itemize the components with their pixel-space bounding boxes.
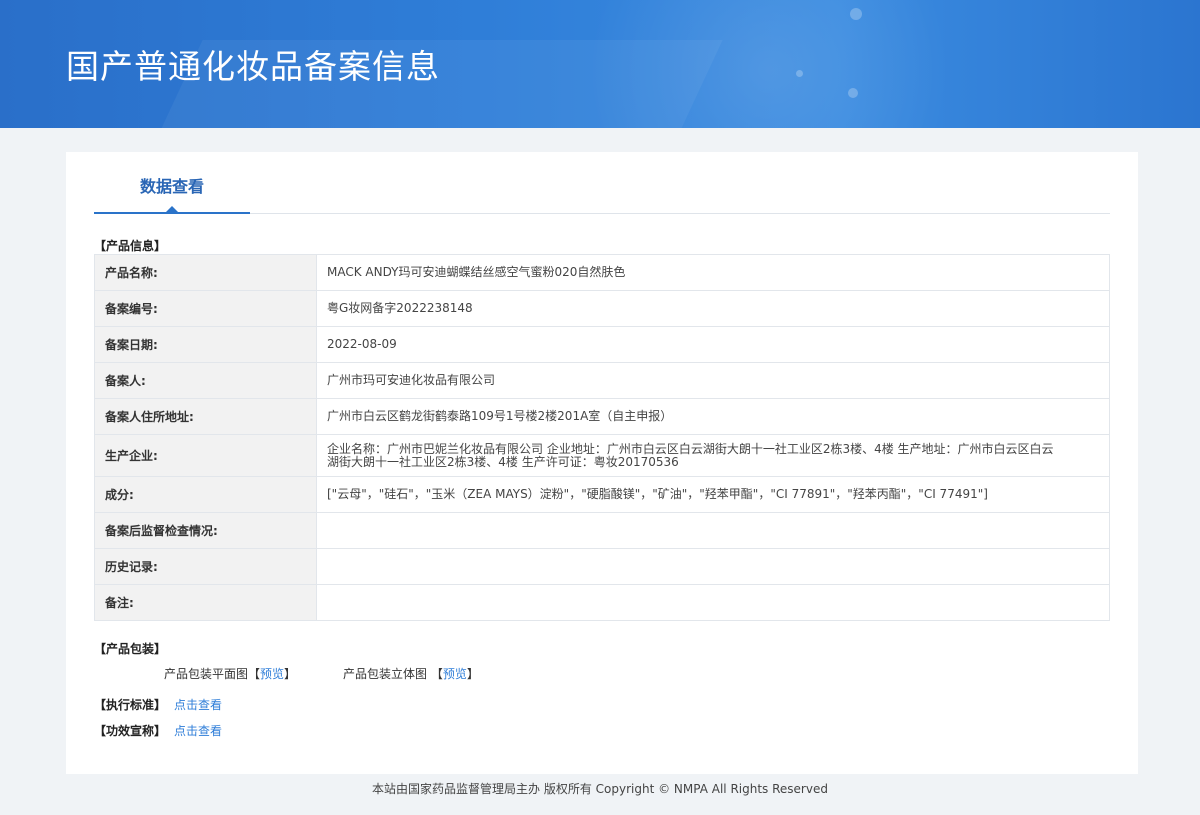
packaging-solid: 产品包装立体图 【预览】 (343, 665, 479, 682)
product-info-title: 【产品信息】 (94, 239, 167, 253)
efficacy-view-link[interactable]: 点击查看 (174, 724, 222, 738)
info-row-value (316, 548, 1110, 585)
info-row: 成分: ["云母"，"硅石"，"玉米（ZEA MAYS）淀粉"，"硬脂酸镁"，"矿… (94, 476, 1110, 513)
bracket-close: 】 (284, 667, 297, 681)
info-row: 备案后监督检查情况: (94, 512, 1110, 549)
bracket-open: 【 (430, 667, 443, 681)
info-row: 备案人: 广州市玛可安迪化妆品有限公司 (94, 362, 1110, 399)
info-row-value: 粤G妆网备字2022238148 (316, 290, 1110, 327)
info-row-value: ["云母"，"硅石"，"玉米（ZEA MAYS）淀粉"，"硬脂酸镁"，"矿油"，… (316, 476, 1110, 513)
tab-active-caret-icon (166, 206, 178, 212)
info-row-label: 备案日期: (94, 326, 317, 363)
standard-row: 【执行标准】 点击查看 (94, 696, 222, 713)
tab-label: 数据查看 (139, 177, 204, 196)
info-row: 备注: (94, 584, 1110, 621)
packaging-flat-label: 产品包装平面图 (164, 667, 249, 681)
standard-view-link[interactable]: 点击查看 (174, 698, 222, 712)
info-row-value: 企业名称：广州市巴妮兰化妆品有限公司 企业地址：广州市白云区白云湖街大朗十一社工… (316, 434, 1110, 477)
info-row-value (316, 584, 1110, 621)
info-row-label: 历史记录: (94, 548, 317, 585)
info-row-value: 2022-08-09 (316, 326, 1110, 363)
info-row-label: 备案编号: (94, 290, 317, 327)
info-row-label: 生产企业: (94, 434, 317, 477)
preview-solid-link[interactable]: 预览 (443, 667, 467, 681)
banner-dot (850, 8, 862, 20)
preview-flat-link[interactable]: 预览 (260, 667, 284, 681)
info-row-value: MACK ANDY玛可安迪蝴蝶结丝感空气蜜粉020自然肤色 (316, 254, 1110, 291)
info-row-value: 广州市白云区鹤龙街鹤泰路109号1号楼2楼201A室（自主申报） (316, 398, 1110, 435)
packaging-solid-label: 产品包装立体图 (343, 667, 428, 681)
banner-dot (796, 70, 803, 77)
info-row: 备案编号: 粤G妆网备字2022238148 (94, 290, 1110, 327)
info-row: 历史记录: (94, 548, 1110, 585)
bracket-open: 【 (248, 667, 261, 681)
content-card: 数据查看 【产品信息】 产品名称: MACK ANDY玛可安迪蝴蝶结丝感空气蜜粉0… (66, 152, 1138, 774)
page-title: 国产普通化妆品备案信息 (66, 47, 440, 86)
info-row-value: 广州市玛可安迪化妆品有限公司 (316, 362, 1110, 399)
info-row: 备案人住所地址: 广州市白云区鹤龙街鹤泰路109号1号楼2楼201A室（自主申报） (94, 398, 1110, 435)
efficacy-row: 【功效宣称】 点击查看 (94, 722, 222, 739)
info-row-label: 备案后监督检查情况: (94, 512, 317, 549)
tab-data-view[interactable]: 数据查看 (94, 152, 250, 214)
packaging-flat: 产品包装平面图【预览】 (164, 665, 296, 682)
bracket-close: 】 (466, 667, 479, 681)
footer-copyright: 本站由国家药品监督管理局主办 版权所有 Copyright © NMPA All… (372, 782, 828, 796)
info-row-label: 备案人住所地址: (94, 398, 317, 435)
info-row-value (316, 512, 1110, 549)
banner-dot (848, 88, 858, 98)
info-row-label: 产品名称: (94, 254, 317, 291)
packaging-title: 【产品包装】 (94, 642, 167, 656)
info-row: 生产企业: 企业名称：广州市巴妮兰化妆品有限公司 企业地址：广州市白云区白云湖街大… (94, 434, 1110, 477)
product-info-table: 产品名称: MACK ANDY玛可安迪蝴蝶结丝感空气蜜粉020自然肤色 备案编号: 粤… (94, 254, 1110, 621)
standard-label: 【执行标准】 (94, 698, 167, 712)
info-row-label: 成分: (94, 476, 317, 513)
info-row-label: 备注: (94, 584, 317, 621)
info-row: 产品名称: MACK ANDY玛可安迪蝴蝶结丝感空气蜜粉020自然肤色 (94, 254, 1110, 291)
header-banner: 国产普通化妆品备案信息 (0, 0, 1200, 128)
tab-bar: 数据查看 (94, 152, 1110, 214)
info-row: 备案日期: 2022-08-09 (94, 326, 1110, 363)
info-row-label: 备案人: (94, 362, 317, 399)
efficacy-label: 【功效宣称】 (94, 724, 167, 738)
